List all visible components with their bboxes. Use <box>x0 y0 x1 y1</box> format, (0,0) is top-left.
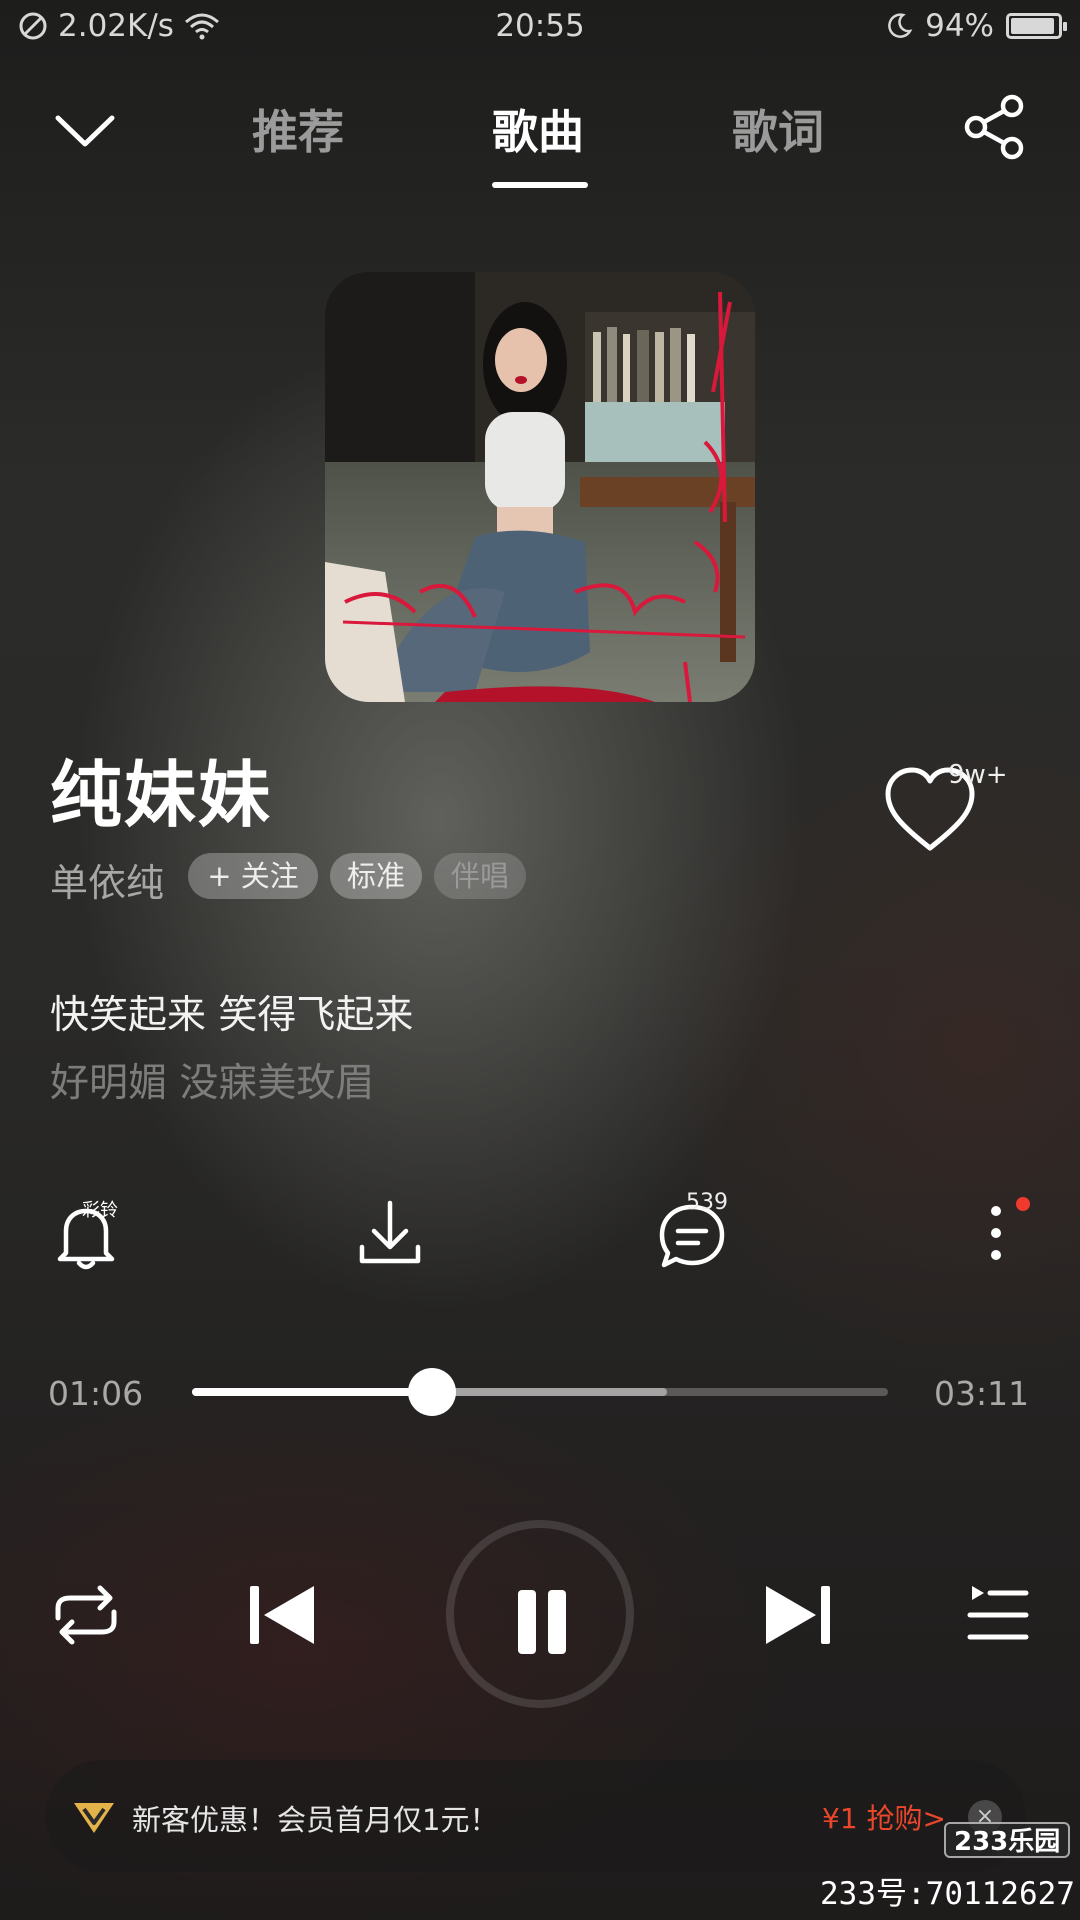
watermark-logo: 233乐园 <box>944 1822 1071 1858</box>
total-duration: 03:11 <box>934 1374 1030 1413</box>
next-lyric-line[interactable]: 好明媚 没寐美玫眉 <box>50 1052 374 1108</box>
battery-icon <box>1006 13 1067 39</box>
next-track-icon[interactable] <box>758 1580 838 1650</box>
collapse-chevron-icon[interactable] <box>50 100 120 160</box>
quality-button[interactable]: 标准 <box>330 853 422 899</box>
like-count: 9w+ <box>948 760 1008 790</box>
download-icon[interactable] <box>350 1195 430 1275</box>
battery-percent: 94% <box>925 8 994 44</box>
promo-text: 新客优惠！会员首月仅1元！ <box>132 1803 499 1837</box>
moon-icon <box>888 13 913 38</box>
tab-recommend[interactable]: 推荐 <box>252 96 344 162</box>
album-cover[interactable] <box>325 272 755 702</box>
ringtone-label: 彩铃 <box>82 1200 118 1221</box>
share-icon[interactable] <box>960 92 1030 162</box>
watermark-id: 233号:70112627 <box>820 1876 1075 1912</box>
previous-track-icon[interactable] <box>242 1580 322 1650</box>
active-tab-indicator <box>492 182 588 188</box>
comment-count: 539 <box>686 1190 728 1215</box>
notification-dot <box>1016 1197 1030 1211</box>
follow-button[interactable]: + 关注 <box>188 853 318 899</box>
progress-slider[interactable] <box>192 1368 888 1416</box>
battery-fill <box>1011 18 1054 34</box>
vip-diamond-icon <box>74 1803 114 1833</box>
played-bar <box>192 1388 433 1396</box>
repeat-icon[interactable] <box>46 1580 126 1650</box>
current-lyric-line[interactable]: 快笑起来 笑得飞起来 <box>50 984 413 1040</box>
progress-thumb[interactable] <box>408 1368 457 1416</box>
elapsed-time: 01:06 <box>48 1374 144 1413</box>
album-cover-art <box>325 272 755 702</box>
tab-lyrics[interactable]: 歌词 <box>732 96 824 162</box>
artist-name[interactable]: 单依纯 <box>50 852 164 907</box>
pause-button[interactable] <box>446 1520 634 1708</box>
song-title: 纯妹妹 <box>50 753 273 837</box>
status-bar: 2.02K/s 20:55 94% <box>0 0 1080 58</box>
status-right: 94% <box>885 8 1067 44</box>
playlist-icon[interactable] <box>956 1580 1036 1650</box>
promo-buy-link[interactable]: ¥1 抢购> <box>822 1797 946 1837</box>
tab-song[interactable]: 歌曲 <box>492 96 584 162</box>
karaoke-button[interactable]: 伴唱 <box>434 853 526 899</box>
pause-icon <box>518 1590 536 1654</box>
